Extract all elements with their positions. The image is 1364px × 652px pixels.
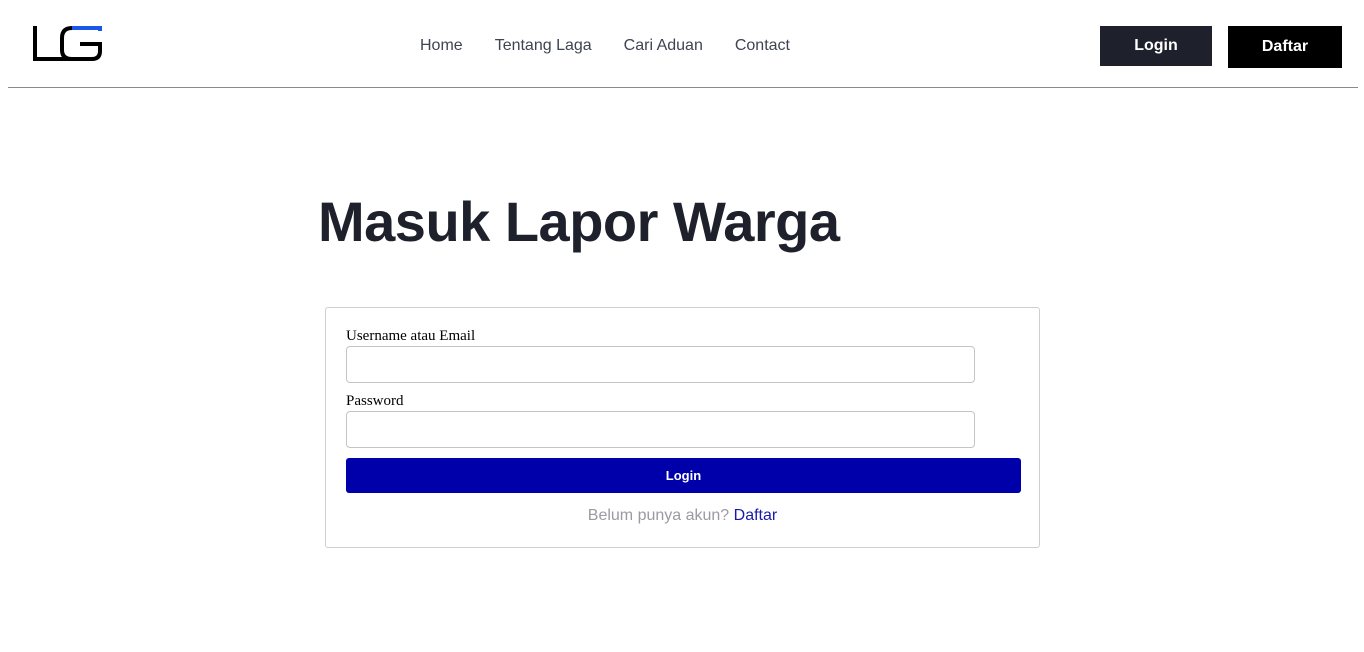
header-login-button[interactable]: Login: [1100, 26, 1212, 66]
signup-link[interactable]: Daftar: [734, 507, 778, 524]
login-submit-button[interactable]: Login: [346, 458, 1021, 493]
main-nav: Home Tentang Laga Cari Aduan Contact: [420, 36, 822, 56]
login-form-card: Username atau Email Password Login Belum…: [325, 307, 1040, 548]
signup-prompt: Belum punya akun?: [587, 507, 730, 524]
nav-home[interactable]: Home: [420, 36, 463, 56]
nav-tentang-laga[interactable]: Tentang Laga: [495, 36, 592, 56]
lg-logo-icon[interactable]: [32, 24, 104, 64]
nav-contact[interactable]: Contact: [735, 36, 790, 56]
page-title: Masuk Lapor Warga: [318, 190, 840, 253]
header-daftar-button[interactable]: Daftar: [1228, 26, 1342, 68]
nav-cari-aduan[interactable]: Cari Aduan: [624, 36, 703, 56]
username-label: Username atau Email: [346, 328, 476, 344]
username-input[interactable]: [346, 346, 975, 383]
signup-row: Belum punya akun? Daftar: [326, 507, 1039, 525]
password-input[interactable]: [346, 411, 975, 448]
site-header: Home Tentang Laga Cari Aduan Contact Log…: [8, 0, 1358, 88]
password-label: Password: [346, 393, 404, 409]
